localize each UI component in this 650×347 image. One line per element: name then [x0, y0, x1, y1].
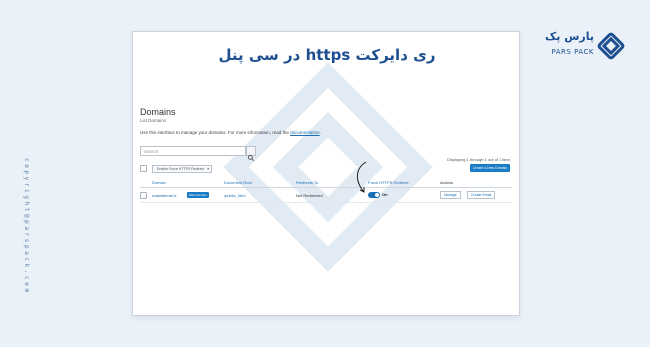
search-icon	[247, 154, 255, 162]
annotation-arrow-icon	[357, 161, 367, 193]
watermark-logo	[223, 62, 433, 272]
enable-https-label: Enable Force HTTPS Redirect	[157, 167, 205, 171]
column-document-root[interactable]: Document Root	[224, 180, 252, 185]
search-input[interactable]: Search	[140, 146, 246, 156]
copyright-text: copyright@parspack.com	[23, 158, 30, 295]
create-domain-button[interactable]: Create A New Domain	[470, 164, 510, 172]
create-email-button[interactable]: Create Email	[467, 191, 496, 199]
logo-icon	[597, 32, 625, 60]
domains-heading: Domains	[140, 107, 176, 117]
select-all-checkbox[interactable]	[140, 165, 147, 172]
main-domain-badge: Main Domain	[187, 192, 209, 198]
force-https-label: On	[382, 192, 388, 197]
redirect-status: Not Redirected	[296, 193, 323, 198]
logo-text-en: PARS PACK	[551, 48, 594, 56]
table-header: Domain Document Root Redirects To Force …	[140, 178, 512, 188]
pagination-info: Displaying 1 through 1 out of 1 item	[447, 157, 510, 162]
table-row: mastaferrari.ir Main Domain /public_html…	[140, 189, 512, 203]
enable-https-select[interactable]: Enable Force HTTPS Redirect ▾	[152, 165, 212, 173]
document-root-link[interactable]: /public_html	[224, 193, 245, 198]
cpanel-screenshot: ری دایرکت https در سی پنل Domains List D…	[132, 31, 520, 316]
manage-button[interactable]: Manage	[440, 191, 461, 199]
column-domain[interactable]: Domain	[152, 180, 166, 185]
search-button[interactable]	[246, 146, 256, 162]
domain-link[interactable]: mastaferrari.ir	[152, 193, 177, 198]
domains-subheading: List Domains	[140, 118, 167, 123]
page-title: ری دایرکت https در سی پنل	[218, 46, 436, 64]
column-force-https[interactable]: Force HTTPS Redirect	[368, 180, 408, 185]
documentation-link[interactable]: documentation	[290, 130, 320, 135]
parspack-logo: پارس پک PARS PACK	[538, 26, 638, 66]
column-actions: Actions	[440, 180, 454, 185]
domains-description: Use this interface to manage your domain…	[140, 130, 321, 135]
logo-text-fa: پارس پک	[545, 30, 594, 43]
chevron-down-icon: ▾	[207, 167, 209, 171]
description-text: Use this interface to manage your domain…	[140, 130, 289, 135]
column-redirects-to[interactable]: Redirects To	[296, 180, 318, 185]
row-checkbox[interactable]	[140, 192, 147, 199]
